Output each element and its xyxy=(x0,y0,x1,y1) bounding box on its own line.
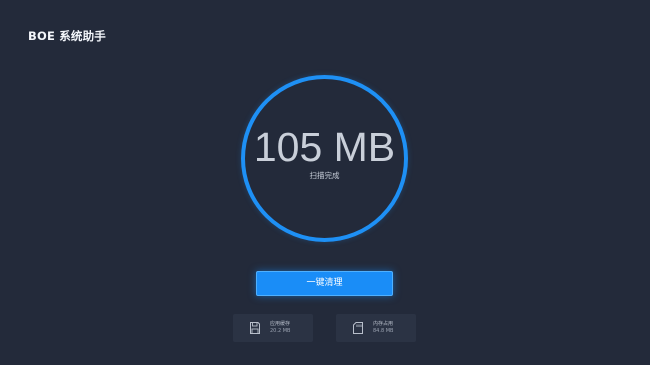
app-cache-label: 应用缓存 xyxy=(270,321,291,327)
app-cache-value: 20.2 MB xyxy=(270,328,291,334)
memory-usage-label: 内存占用 xyxy=(373,321,394,327)
save-disk-icon xyxy=(250,322,260,334)
memory-card-icon xyxy=(353,322,363,334)
scan-status-text: 扫描完成 xyxy=(309,171,340,180)
app-cache-card[interactable]: 应用缓存 20.2 MB xyxy=(233,314,313,342)
app-title: BOE 系统助手 xyxy=(28,29,107,43)
one-click-clean-button[interactable]: 一键清理 xyxy=(256,271,393,296)
memory-usage-value: 84.8 MB xyxy=(373,328,394,334)
memory-usage-card[interactable]: 内存占用 84.8 MB xyxy=(336,314,416,342)
junk-size-value: 105 MB xyxy=(253,124,396,170)
